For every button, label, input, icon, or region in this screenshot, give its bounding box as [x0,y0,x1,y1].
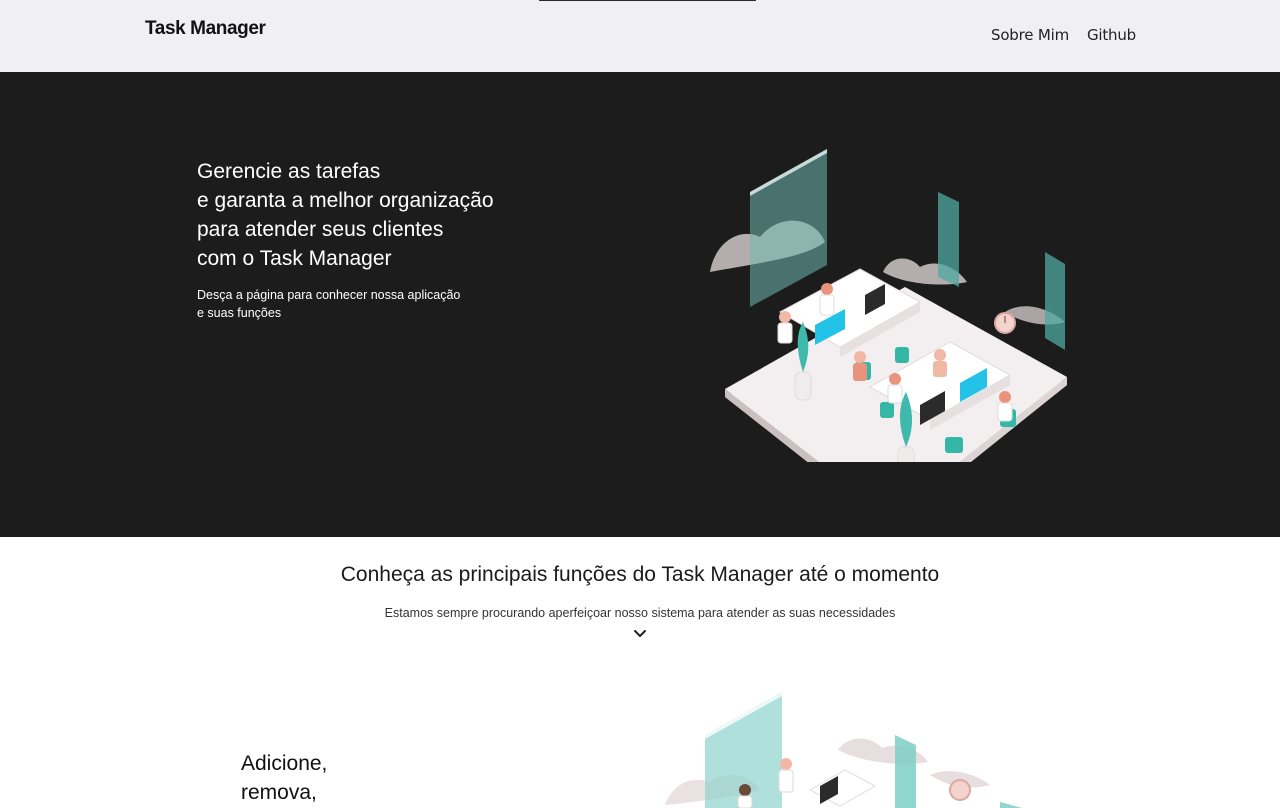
features-subtitle: Estamos sempre procurando aperfeiçoar no… [384,606,896,620]
brand-logo-link[interactable]: Task Manager [145,18,266,40]
office-workspace-illustration [710,149,1067,462]
feature-heading-line: Adicione, [241,752,328,775]
hero-heading-line: Gerencie as tarefas [197,160,381,183]
hero-heading-line: com o Task Manager [197,247,392,270]
hero-subtitle-line: Desça a página para conhecer nossa aplic… [197,288,461,302]
top-accent-line [539,0,756,1]
feature-heading: Adicione, remova, [241,749,327,807]
top-navbar: Task Manager Sobre Mim Github [0,0,1280,72]
hero-heading-line: e garanta a melhor organização [197,189,494,212]
features-title: Conheça as principais funções do Task Ma… [340,563,940,586]
nav-links: Sobre Mim Github [991,26,1136,44]
office-workspace-illustration [665,692,1022,808]
hero-heading-line: para atender seus clientes [197,218,444,241]
chevron-down-icon[interactable] [633,629,647,639]
hero-heading: Gerencie as tarefas e garanta a melhor o… [197,157,494,273]
hero-section: Gerencie as tarefas e garanta a melhor o… [0,72,1280,537]
hero-subtitle-line: e suas funções [197,306,282,320]
nav-link-github[interactable]: Github [1087,26,1136,44]
hero-subtitle: Desça a página para conhecer nossa aplic… [197,286,460,322]
nav-link-sobre-mim[interactable]: Sobre Mim [991,26,1069,44]
feature-heading-line: remova, [241,781,317,804]
